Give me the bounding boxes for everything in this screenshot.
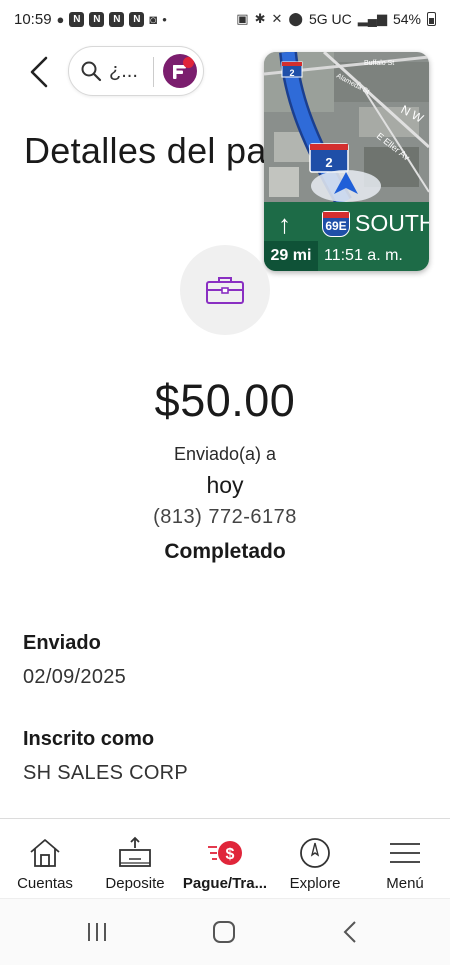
battery-percent: 54% — [392, 11, 421, 27]
category-icon-circle — [180, 245, 270, 335]
system-back-button[interactable] — [330, 917, 370, 947]
eta: 11:51 a. m. — [324, 247, 403, 264]
transaction-date-relative: hoy — [206, 472, 244, 498]
detail-label-sent: Enviado — [23, 632, 101, 654]
search-assistant-pill[interactable]: ¿... — [68, 46, 204, 96]
location-icon: ⬤ — [288, 11, 303, 26]
route-number-small: 2 — [289, 68, 294, 78]
status-badge: Completado — [164, 540, 286, 563]
assistant-logo-icon[interactable] — [163, 54, 197, 88]
battery-icon — [427, 12, 436, 26]
tab-explore[interactable]: Explore — [270, 819, 360, 898]
pill-divider — [153, 57, 154, 87]
system-navigation-bar — [0, 898, 450, 965]
more-notifications-icon: • — [162, 11, 167, 27]
status-bar: 10:59 ● N N N N ◙ • ▣ ✱ ✕ ⬤ 5G UC ▂▄▆ 54… — [0, 0, 450, 38]
recent-apps-icon — [88, 923, 106, 941]
chevron-left-icon — [30, 56, 48, 88]
chat-bubble-icon: ● — [56, 11, 65, 27]
detail-value-sent-date: 02/09/2025 — [23, 666, 127, 688]
tab-pay-transfer[interactable]: $ Pague/Tra... — [180, 819, 270, 898]
deposit-check-icon — [119, 836, 151, 867]
tab-label: Cuentas — [17, 875, 73, 892]
pay-transfer-icon: $ — [208, 841, 242, 865]
signal-icon: ▂▄▆ — [357, 11, 387, 26]
detail-label-enrolled-as: Inscrito como — [23, 728, 155, 750]
direction-label: SOUTH — [355, 210, 429, 236]
mute-icon: ✕ — [271, 11, 283, 26]
tab-deposit[interactable]: Deposite — [90, 819, 180, 898]
status-time: 10:59 — [14, 10, 52, 28]
home-button[interactable] — [204, 917, 244, 947]
tab-accounts[interactable]: Cuentas — [0, 819, 90, 898]
notification-n-icon: N — [69, 11, 85, 27]
page-title: Detalles del pa — [24, 130, 267, 171]
recent-apps-button[interactable] — [77, 917, 117, 947]
house-icon — [30, 839, 60, 867]
notification-n-icon: N — [89, 11, 105, 27]
briefcase-icon — [206, 277, 244, 304]
search-icon — [81, 61, 102, 82]
highway-shield: 69E — [322, 211, 350, 237]
bluetooth-icon: ✱ — [254, 11, 266, 26]
lock-icon: ▣ — [236, 11, 249, 26]
transaction-amount: $50.00 — [154, 375, 296, 426]
navigation-map-overlay[interactable]: 2 2 Buffalo St Alameda St E Eller Av N W… — [264, 52, 429, 271]
recipient-phone: (813) 772-6178 — [153, 506, 297, 528]
home-square-icon — [213, 921, 235, 943]
menu-icon — [390, 843, 420, 863]
tab-menu[interactable]: Menú — [360, 819, 450, 898]
turn-instruction-panel: ↑ 69E SOUTH 29 mi 11:51 a. m. — [264, 202, 429, 271]
notification-n-icon: N — [109, 11, 125, 27]
network-label: 5G UC — [308, 11, 352, 27]
notification-n-icon: N — [129, 11, 145, 27]
shield-notification-icon: ◙ — [149, 11, 158, 27]
search-placeholder: ¿... — [109, 59, 138, 82]
distance-remaining: 29 mi — [264, 241, 318, 271]
svg-text:$: $ — [226, 846, 235, 863]
tab-label: Deposite — [105, 875, 165, 892]
arrow-up-icon: ↑ — [278, 209, 291, 239]
satellite-map: 2 2 Buffalo St Alameda St E Eller Av N W — [264, 52, 429, 202]
chevron-left-icon — [343, 921, 356, 943]
sent-to-label: Enviado(a) a — [173, 444, 277, 464]
street-buffalo: Buffalo St — [364, 60, 394, 67]
bottom-tab-bar: Cuentas Deposite $ Pague/Tra... Explore — [0, 818, 450, 898]
route-number-large: 2 — [325, 155, 332, 170]
detail-value-enrolled-name: SH SALES CORP — [23, 762, 189, 784]
tab-label: Menú — [386, 875, 424, 892]
tab-label: Pague/Tra... — [182, 875, 268, 892]
back-button[interactable] — [24, 52, 54, 92]
compass-icon — [300, 838, 330, 868]
tab-label: Explore — [289, 875, 341, 892]
